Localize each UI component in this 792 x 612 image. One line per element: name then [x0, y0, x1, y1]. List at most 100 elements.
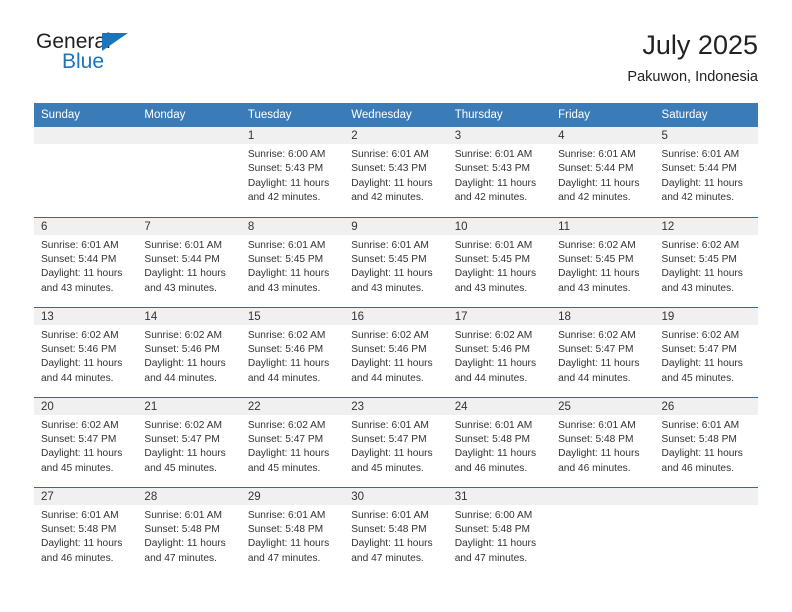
calendar-day-cell[interactable]: 19 Sunrise: 6:02 AM Sunset: 5:47 PM Dayligh…: [654, 306, 758, 397]
calendar-day-cell[interactable]: 27 Sunrise: 6:01 AM Sunset: 5:48 PM Dayligh…: [34, 486, 138, 577]
sunset-text: Sunset: 5:44 PM: [558, 163, 634, 175]
daylight-text-line1: Daylight: 11 hours: [351, 177, 433, 189]
day-number: 11: [551, 217, 655, 235]
calendar-week-row: 6 Sunrise: 6:01 AM Sunset: 5:44 PM Daylight…: [34, 216, 758, 307]
day-number: 6: [34, 217, 138, 235]
daylight-text-line2: and 46 minutes.: [558, 462, 631, 474]
sunrise-text: Sunrise: 6:01 AM: [454, 239, 533, 251]
daylight-text-line2: and 43 minutes.: [41, 282, 114, 294]
calendar-day-cell[interactable]: 24 Sunrise: 6:01 AM Sunset: 5:48 PM Dayligh…: [447, 396, 552, 487]
day-number: 3: [447, 127, 552, 144]
calendar-day-cell-empty: [654, 486, 758, 577]
calendar-day-cell[interactable]: 20 Sunrise: 6:02 AM Sunset: 5:47 PM Dayligh…: [34, 396, 138, 487]
sunset-text: Sunset: 5:48 PM: [454, 523, 531, 535]
day-details: Sunrise: 6:02 AM Sunset: 5:46 PM Daylight:…: [137, 325, 240, 387]
daylight-text-line2: and 43 minutes.: [351, 282, 424, 294]
daylight-text-line2: and 46 minutes.: [41, 552, 114, 564]
daylight-text-line2: and 42 minutes.: [351, 192, 424, 204]
calendar-day-cell[interactable]: 8 Sunrise: 6:01 AM Sunset: 5:45 PM Daylight…: [240, 216, 345, 307]
day-details: Sunrise: 6:00 AM Sunset: 5:48 PM Daylight:…: [448, 505, 551, 567]
day-details: Sunrise: 6:00 AM Sunset: 5:43 PM Daylight:…: [241, 144, 344, 206]
day-number: 14: [137, 307, 241, 325]
day-number: 26: [654, 397, 758, 415]
day-details: Sunrise: 6:01 AM Sunset: 5:48 PM Daylight:…: [137, 505, 240, 567]
calendar-day-cell[interactable]: 21 Sunrise: 6:02 AM Sunset: 5:47 PM Dayligh…: [137, 396, 241, 487]
calendar-day-cell[interactable]: 6 Sunrise: 6:01 AM Sunset: 5:44 PM Daylight…: [34, 216, 138, 307]
sunrise-text: Sunrise: 6:01 AM: [661, 419, 740, 431]
sunrise-text: Sunrise: 6:01 AM: [144, 239, 223, 251]
calendar-day-cell[interactable]: 14 Sunrise: 6:02 AM Sunset: 5:46 PM Dayligh…: [137, 306, 241, 397]
day-number: 2: [344, 127, 448, 144]
daylight-text-line2: and 43 minutes.: [144, 282, 217, 294]
day-number: 18: [551, 307, 655, 325]
daylight-text-line2: and 47 minutes.: [351, 552, 424, 564]
calendar-day-cell[interactable]: 22 Sunrise: 6:02 AM Sunset: 5:47 PM Dayligh…: [240, 396, 345, 487]
calendar-day-cell[interactable]: 15 Sunrise: 6:02 AM Sunset: 5:46 PM Dayligh…: [240, 306, 345, 397]
daylight-text-line1: Daylight: 11 hours: [247, 538, 330, 550]
day-number: 31: [447, 487, 552, 505]
daylight-text-line2: and 42 minutes.: [454, 192, 528, 204]
day-number: 16: [344, 307, 448, 325]
day-number: 12: [654, 217, 758, 235]
sunset-text: Sunset: 5:48 PM: [247, 523, 324, 535]
calendar-day-cell[interactable]: 12 Sunrise: 6:02 AM Sunset: 5:45 PM Dayligh…: [654, 216, 758, 307]
calendar-day-cell[interactable]: 16 Sunrise: 6:02 AM Sunset: 5:46 PM Dayligh…: [344, 306, 448, 397]
sunrise-text: Sunrise: 6:02 AM: [247, 419, 326, 431]
calendar-day-cell[interactable]: 7 Sunrise: 6:01 AM Sunset: 5:44 PM Daylight…: [137, 216, 241, 307]
sunrise-text: Sunrise: 6:02 AM: [661, 329, 740, 341]
calendar-day-cell[interactable]: 13 Sunrise: 6:02 AM Sunset: 5:46 PM Dayligh…: [34, 306, 138, 397]
calendar-day-cell[interactable]: 3 Sunrise: 6:01 AM Sunset: 5:43 PM Daylight…: [447, 127, 552, 217]
daylight-text-line1: Daylight: 11 hours: [454, 358, 537, 370]
sunset-text: Sunset: 5:45 PM: [351, 253, 427, 265]
sunrise-text: Sunrise: 6:02 AM: [41, 329, 119, 341]
day-details: Sunrise: 6:01 AM Sunset: 5:44 PM Daylight:…: [34, 235, 137, 297]
day-number: 7: [137, 217, 241, 235]
sunrise-text: Sunrise: 6:01 AM: [41, 509, 119, 521]
weekday-header-wednesday: Wednesday: [344, 103, 448, 127]
calendar-day-cell[interactable]: 1 Sunrise: 6:00 AM Sunset: 5:43 PM Daylight…: [240, 127, 345, 217]
calendar-day-cell[interactable]: 4 Sunrise: 6:01 AM Sunset: 5:44 PM Daylight…: [551, 127, 655, 217]
day-number: 23: [344, 397, 448, 415]
weekday-header-tuesday: Tuesday: [240, 103, 345, 127]
sunrise-text: Sunrise: 6:01 AM: [454, 419, 533, 431]
calendar-day-cell[interactable]: 2 Sunrise: 6:01 AM Sunset: 5:43 PM Daylight…: [344, 127, 448, 217]
calendar-day-cell[interactable]: 9 Sunrise: 6:01 AM Sunset: 5:45 PM Daylight…: [344, 216, 448, 307]
calendar-day-cell[interactable]: 26 Sunrise: 6:01 AM Sunset: 5:48 PM Dayligh…: [654, 396, 758, 487]
calendar-day-cell-empty: [551, 486, 655, 577]
calendar-day-cell[interactable]: 29 Sunrise: 6:01 AM Sunset: 5:48 PM Dayligh…: [240, 486, 345, 577]
daylight-text-line1: Daylight: 11 hours: [661, 268, 743, 280]
daylight-text-line2: and 45 minutes.: [661, 372, 735, 384]
calendar-week-row: 20 Sunrise: 6:02 AM Sunset: 5:47 PM Dayligh…: [34, 396, 758, 487]
sunset-text: Sunset: 5:44 PM: [41, 253, 117, 265]
general-blue-logo[interactable]: General Blue: [34, 30, 214, 82]
calendar-day-cell[interactable]: 25 Sunrise: 6:01 AM Sunset: 5:48 PM Dayligh…: [551, 396, 655, 487]
calendar-day-cell[interactable]: 18 Sunrise: 6:02 AM Sunset: 5:47 PM Dayligh…: [551, 306, 655, 397]
sunset-text: Sunset: 5:48 PM: [144, 523, 220, 535]
calendar-day-cell-empty: [34, 127, 138, 217]
logo-triangle-icon: [102, 33, 128, 51]
sunset-text: Sunset: 5:44 PM: [144, 253, 220, 265]
day-details: Sunrise: 6:02 AM Sunset: 5:46 PM Daylight:…: [241, 325, 344, 387]
calendar-day-cell-empty: [137, 127, 241, 217]
day-number: 4: [551, 127, 655, 144]
calendar-day-cell[interactable]: 28 Sunrise: 6:01 AM Sunset: 5:48 PM Dayligh…: [137, 486, 241, 577]
daylight-text-line1: Daylight: 11 hours: [247, 358, 330, 370]
calendar-day-cell[interactable]: 11 Sunrise: 6:02 AM Sunset: 5:45 PM Dayligh…: [551, 216, 655, 307]
daylight-text-line1: Daylight: 11 hours: [558, 268, 640, 280]
sunrise-text: Sunrise: 6:01 AM: [351, 419, 429, 431]
daylight-text-line2: and 45 minutes.: [144, 462, 217, 474]
sunset-text: Sunset: 5:47 PM: [558, 343, 634, 355]
calendar-day-cell[interactable]: 5 Sunrise: 6:01 AM Sunset: 5:44 PM Daylight…: [654, 127, 758, 217]
calendar-day-cell[interactable]: 23 Sunrise: 6:01 AM Sunset: 5:47 PM Dayligh…: [344, 396, 448, 487]
daylight-text-line1: Daylight: 11 hours: [247, 177, 330, 189]
day-number: 27: [34, 487, 138, 505]
weekday-header-sunday: Sunday: [34, 103, 138, 127]
day-details: Sunrise: 6:01 AM Sunset: 5:45 PM Daylight:…: [344, 235, 447, 297]
calendar-day-cell[interactable]: 10 Sunrise: 6:01 AM Sunset: 5:45 PM Dayligh…: [447, 216, 552, 307]
calendar-day-cell[interactable]: 31 Sunrise: 6:00 AM Sunset: 5:48 PM Dayligh…: [447, 486, 552, 577]
calendar-day-cell[interactable]: 17 Sunrise: 6:02 AM Sunset: 5:46 PM Dayligh…: [447, 306, 552, 397]
daylight-text-line1: Daylight: 11 hours: [41, 268, 123, 280]
daylight-text-line1: Daylight: 11 hours: [558, 448, 640, 460]
calendar-day-cell[interactable]: 30 Sunrise: 6:01 AM Sunset: 5:48 PM Dayligh…: [344, 486, 448, 577]
sunrise-text: Sunrise: 6:01 AM: [351, 149, 429, 160]
